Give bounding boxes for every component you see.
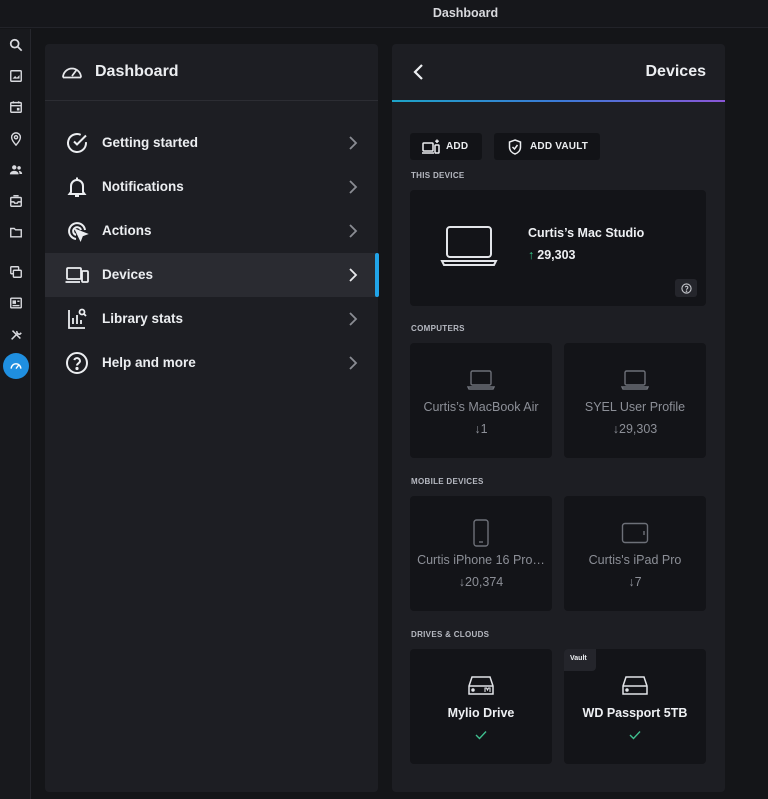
card-icon[interactable] bbox=[4, 291, 28, 315]
check-icon bbox=[629, 731, 641, 740]
device-name: Curtis iPhone 16 Pro… bbox=[417, 553, 545, 567]
drive-icon bbox=[622, 676, 648, 695]
folder-icon[interactable] bbox=[4, 220, 28, 244]
device-card-wd-passport[interactable]: Vault WD Passport 5TB bbox=[564, 649, 706, 764]
add-device-button[interactable]: ADD bbox=[410, 133, 482, 160]
device-name: Curtis’s MacBook Air bbox=[423, 400, 539, 414]
device-count: ↓20,374 bbox=[458, 575, 504, 589]
check-circle-icon bbox=[67, 133, 87, 153]
dashboard-menu: Getting started Notifications Actions De… bbox=[45, 121, 379, 385]
menu-item-library-stats[interactable]: Library stats bbox=[45, 297, 378, 341]
dashboard-panel: Dashboard Getting started Notifications … bbox=[45, 44, 379, 792]
this-device-card[interactable]: Curtis’s Mac Studio ↑ 29,303 bbox=[410, 190, 706, 306]
help-button[interactable] bbox=[675, 279, 697, 297]
device-name: Curtis's iPad Pro bbox=[588, 553, 682, 567]
stats-icon bbox=[68, 308, 87, 329]
window-title: Dashboard bbox=[432, 6, 499, 20]
devices-panel: Devices ADD ADD VAULT THIS DEVICE Curtis… bbox=[392, 44, 725, 792]
chevron-right-icon bbox=[349, 224, 358, 238]
dashboard-gauge-icon bbox=[62, 67, 82, 79]
menu-item-help[interactable]: Help and more bbox=[45, 341, 378, 385]
chevron-right-icon bbox=[349, 356, 358, 370]
device-count: ↑ 29,303 bbox=[528, 248, 575, 262]
device-name: SYEL User Profile bbox=[584, 400, 686, 414]
menu-item-label: Actions bbox=[102, 223, 152, 238]
section-mobile-devices: MOBILE DEVICES bbox=[411, 477, 484, 486]
chevron-right-icon bbox=[349, 268, 358, 282]
section-drives-clouds: DRIVES & CLOUDS bbox=[411, 630, 490, 639]
device-card-macbook-air[interactable]: Curtis’s MacBook Air ↓1 bbox=[410, 343, 552, 458]
add-button-label: ADD bbox=[446, 141, 469, 152]
tools-icon[interactable] bbox=[4, 323, 28, 347]
menu-item-label: Library stats bbox=[102, 311, 184, 326]
drive-icon bbox=[468, 676, 494, 695]
device-count: ↓29,303 bbox=[612, 422, 658, 436]
map-pin-icon[interactable] bbox=[4, 127, 28, 151]
bell-icon bbox=[67, 177, 87, 197]
devices-panel-header: Devices bbox=[392, 44, 725, 102]
section-computers: COMPUTERS bbox=[411, 324, 465, 333]
dashboard-icon[interactable] bbox=[3, 353, 29, 379]
help-circle-icon bbox=[66, 352, 88, 374]
image-icon[interactable] bbox=[4, 64, 28, 88]
chevron-right-icon bbox=[349, 136, 358, 150]
menu-item-devices[interactable]: Devices bbox=[45, 253, 379, 297]
up-arrow-icon: ↑ bbox=[528, 248, 535, 262]
duplicate-icon[interactable] bbox=[4, 260, 28, 284]
phone-icon bbox=[473, 519, 489, 547]
device-name: Mylio Drive bbox=[447, 706, 515, 720]
vault-badge: Vault bbox=[564, 649, 596, 671]
add-device-icon bbox=[422, 139, 440, 154]
people-icon[interactable] bbox=[4, 158, 28, 182]
menu-item-label: Help and more bbox=[102, 355, 196, 370]
device-card-iphone[interactable]: Curtis iPhone 16 Pro… ↓20,374 bbox=[410, 496, 552, 611]
device-card-mylio-drive[interactable]: Mylio Drive bbox=[410, 649, 552, 764]
devices-icon bbox=[65, 267, 89, 283]
inbox-icon[interactable] bbox=[4, 189, 28, 213]
add-vault-button[interactable]: ADD VAULT bbox=[494, 133, 600, 160]
device-count: ↓1 bbox=[474, 422, 488, 436]
chevron-right-icon bbox=[349, 180, 358, 194]
device-name: Curtis’s Mac Studio bbox=[528, 226, 645, 240]
check-icon bbox=[475, 731, 487, 740]
menu-item-label: Devices bbox=[102, 267, 154, 282]
devices-title: Devices bbox=[645, 63, 707, 80]
menu-item-label: Getting started bbox=[102, 135, 199, 150]
section-this-device: THIS DEVICE bbox=[411, 171, 465, 180]
dashboard-panel-header: Dashboard bbox=[45, 44, 378, 101]
back-chevron-icon[interactable] bbox=[412, 62, 426, 82]
header-divider bbox=[392, 100, 725, 102]
laptop-icon bbox=[467, 370, 495, 390]
tablet-icon bbox=[621, 522, 649, 544]
menu-item-notifications[interactable]: Notifications bbox=[45, 165, 378, 209]
cursor-click-icon bbox=[68, 222, 89, 243]
device-name: WD Passport 5TB bbox=[582, 706, 688, 720]
device-card-ipad-pro[interactable]: Curtis's iPad Pro ↓7 bbox=[564, 496, 706, 611]
title-bar: Dashboard bbox=[0, 0, 768, 28]
device-card-syel-user-profile[interactable]: SYEL User Profile ↓29,303 bbox=[564, 343, 706, 458]
page-title: Dashboard bbox=[95, 63, 179, 80]
shield-check-icon bbox=[508, 138, 522, 155]
search-icon[interactable] bbox=[4, 33, 28, 57]
question-icon bbox=[680, 282, 692, 294]
menu-item-label: Notifications bbox=[102, 179, 184, 194]
menu-item-actions[interactable]: Actions bbox=[45, 209, 378, 253]
calendar-icon[interactable] bbox=[4, 95, 28, 119]
laptop-icon bbox=[440, 226, 498, 266]
selection-indicator bbox=[375, 253, 379, 297]
chevron-right-icon bbox=[349, 312, 358, 326]
icon-rail bbox=[0, 29, 31, 799]
add-vault-label: ADD VAULT bbox=[530, 141, 589, 152]
device-count: ↓7 bbox=[628, 575, 642, 589]
device-count-value: 29,303 bbox=[537, 248, 576, 262]
laptop-icon bbox=[621, 370, 649, 390]
menu-item-getting-started[interactable]: Getting started bbox=[45, 121, 378, 165]
